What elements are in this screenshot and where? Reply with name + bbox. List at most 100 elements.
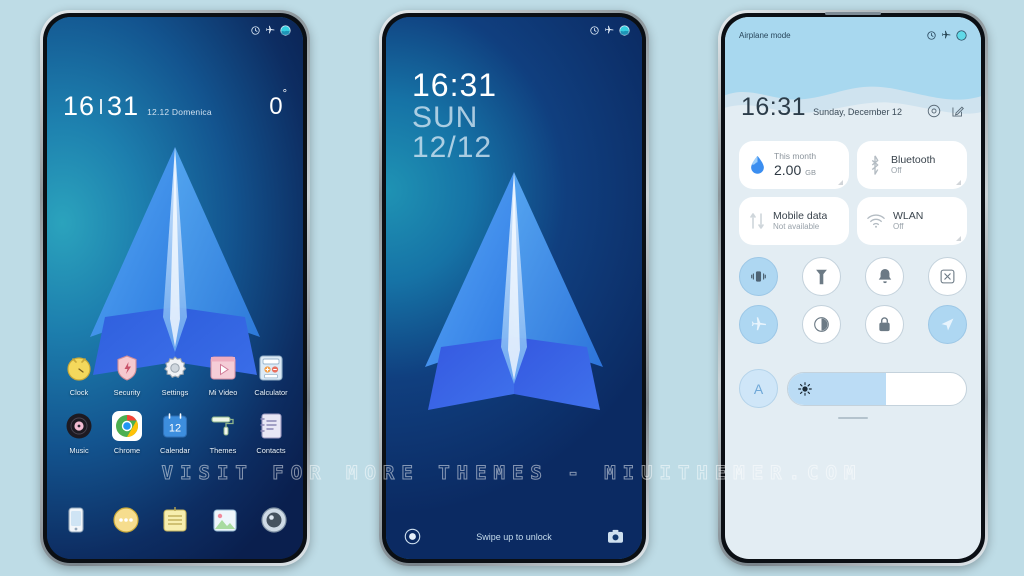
phone-icon[interactable]	[61, 505, 91, 535]
brightness-sun-icon	[798, 381, 812, 396]
phone-bezel: 16 31 12.12 Domenica 0° Clock Security S…	[43, 13, 307, 563]
alarm-clock-icon	[251, 25, 260, 35]
bluetooth-icon	[871, 155, 879, 175]
auto-brightness-button[interactable]: A	[739, 369, 778, 408]
edit-pencil-icon[interactable]	[951, 104, 965, 118]
home-clock-hours: 16	[63, 91, 96, 121]
app-calendar[interactable]: 12 Calendar	[153, 411, 197, 455]
app-settings[interactable]: Settings	[153, 353, 197, 397]
location-toggle[interactable]	[928, 305, 967, 344]
messages-icon[interactable]	[111, 505, 141, 535]
bluetooth-card[interactable]: Bluetooth Off	[857, 141, 967, 189]
camera-icon[interactable]	[607, 529, 624, 544]
app-security[interactable]: Security	[105, 353, 149, 397]
app-label: Security	[113, 388, 141, 397]
calculator-icon	[256, 353, 286, 383]
location-arrow-icon	[941, 318, 954, 331]
card-title: WLAN	[893, 210, 924, 223]
app-calculator[interactable]: Calculator	[249, 353, 293, 397]
chrome-icon	[112, 411, 142, 441]
vibrate-toggle[interactable]	[739, 257, 778, 296]
screenshot-toggle[interactable]	[928, 257, 967, 296]
data-usage-card[interactable]: This month 2.00 GB	[739, 141, 849, 189]
svg-text:12: 12	[169, 423, 181, 435]
vibrate-icon	[751, 271, 766, 282]
card-corner-arrow-icon	[838, 180, 843, 185]
contacts-icon	[256, 411, 286, 441]
paper-plane-graphic	[85, 147, 265, 382]
battery-circle-icon	[280, 24, 291, 36]
quick-settings-panel: Airplane mode 16:31 Sunday, December 12 …	[725, 17, 981, 559]
toggle-row-1	[739, 257, 967, 296]
app-label: Contacts	[256, 446, 286, 455]
mi-video-icon	[208, 353, 238, 383]
app-mi-video[interactable]: Mi Video	[201, 353, 245, 397]
toggle-row-2	[739, 305, 967, 344]
app-contacts[interactable]: Contacts	[249, 411, 293, 455]
flashlight-icon[interactable]	[404, 528, 421, 545]
ringtone-toggle[interactable]	[865, 257, 904, 296]
lock-clock-widget: 16:31 SUN 12/12	[412, 68, 497, 165]
shade-screen: Airplane mode 16:31 Sunday, December 12 …	[725, 17, 981, 559]
flashlight-icon	[816, 269, 827, 284]
contrast-circle-icon	[814, 317, 829, 332]
shade-date: Sunday, December 12	[813, 107, 902, 117]
bell-icon	[878, 268, 891, 284]
lock-date: 12/12	[412, 131, 493, 165]
lock-rotation-toggle[interactable]	[865, 305, 904, 344]
app-music[interactable]: Music	[57, 411, 101, 455]
airplane-icon	[942, 30, 951, 39]
screenshot-icon	[940, 269, 955, 284]
card-text: This month 2.00 GB	[774, 152, 816, 178]
camera-icon[interactable]	[259, 505, 289, 535]
clock-separator	[100, 99, 103, 114]
shade-drag-handle[interactable]	[838, 417, 868, 419]
weather-temperature[interactable]: 0°	[269, 89, 287, 120]
app-clock[interactable]: Clock	[57, 353, 101, 397]
temperature-value: 0	[269, 93, 283, 120]
dark-mode-toggle[interactable]	[802, 305, 841, 344]
app-chrome[interactable]: Chrome	[105, 411, 149, 455]
degree-symbol: °	[282, 88, 287, 101]
airplane-toggle[interactable]	[739, 305, 778, 344]
battery-circle-icon	[956, 29, 967, 41]
app-themes[interactable]: Themes	[201, 411, 245, 455]
shade-status-bar: Airplane mode	[725, 17, 981, 53]
shade-clock-row: 16:31 Sunday, December 12	[725, 95, 981, 120]
lock-status-bar	[386, 17, 642, 43]
gallery-icon[interactable]	[210, 505, 240, 535]
notes-icon[interactable]	[160, 505, 190, 535]
phone-home-screen: 16 31 12.12 Domenica 0° Clock Security S…	[40, 10, 310, 566]
brightness-slider[interactable]	[787, 371, 967, 406]
home-screen: 16 31 12.12 Domenica 0° Clock Security S…	[47, 17, 303, 559]
status-icons	[590, 24, 630, 36]
shade-actions	[927, 104, 965, 118]
card-text: WLAN Off	[893, 210, 923, 231]
flashlight-toggle[interactable]	[802, 257, 841, 296]
card-title: This month	[774, 152, 817, 162]
status-icons	[251, 24, 291, 36]
settings-gear-icon[interactable]	[927, 104, 941, 118]
water-drop-icon	[751, 155, 764, 174]
card-text: Bluetooth Off	[891, 154, 935, 175]
mobile-data-card[interactable]: Mobile data Not available	[739, 197, 849, 245]
home-clock-minutes: 31	[107, 91, 140, 121]
app-label: Calendar	[160, 446, 190, 455]
home-clock-time: 16 31	[63, 93, 139, 120]
lock-icon	[879, 317, 890, 332]
data-unit: GB	[805, 167, 816, 177]
quick-setting-cards: This month 2.00 GB Bluetooth Off Mobile …	[739, 141, 967, 245]
card-corner-arrow-icon	[956, 180, 961, 185]
airplane-icon	[751, 317, 766, 331]
status-icons	[927, 29, 967, 41]
app-label: Music	[69, 446, 89, 455]
home-clock-widget[interactable]: 16 31 12.12 Domenica 0°	[47, 89, 303, 120]
alarm-clock-icon	[590, 25, 599, 35]
paper-plane-graphic	[419, 172, 609, 422]
alarm-clock-icon	[927, 30, 936, 40]
lock-bottom-bar: Swipe up to unlock	[386, 528, 642, 545]
data-amount: 2.00	[774, 161, 802, 178]
toggle-grid	[739, 257, 967, 353]
home-clock-date: 12.12 Domenica	[147, 107, 212, 117]
wlan-card[interactable]: WLAN Off	[857, 197, 967, 245]
